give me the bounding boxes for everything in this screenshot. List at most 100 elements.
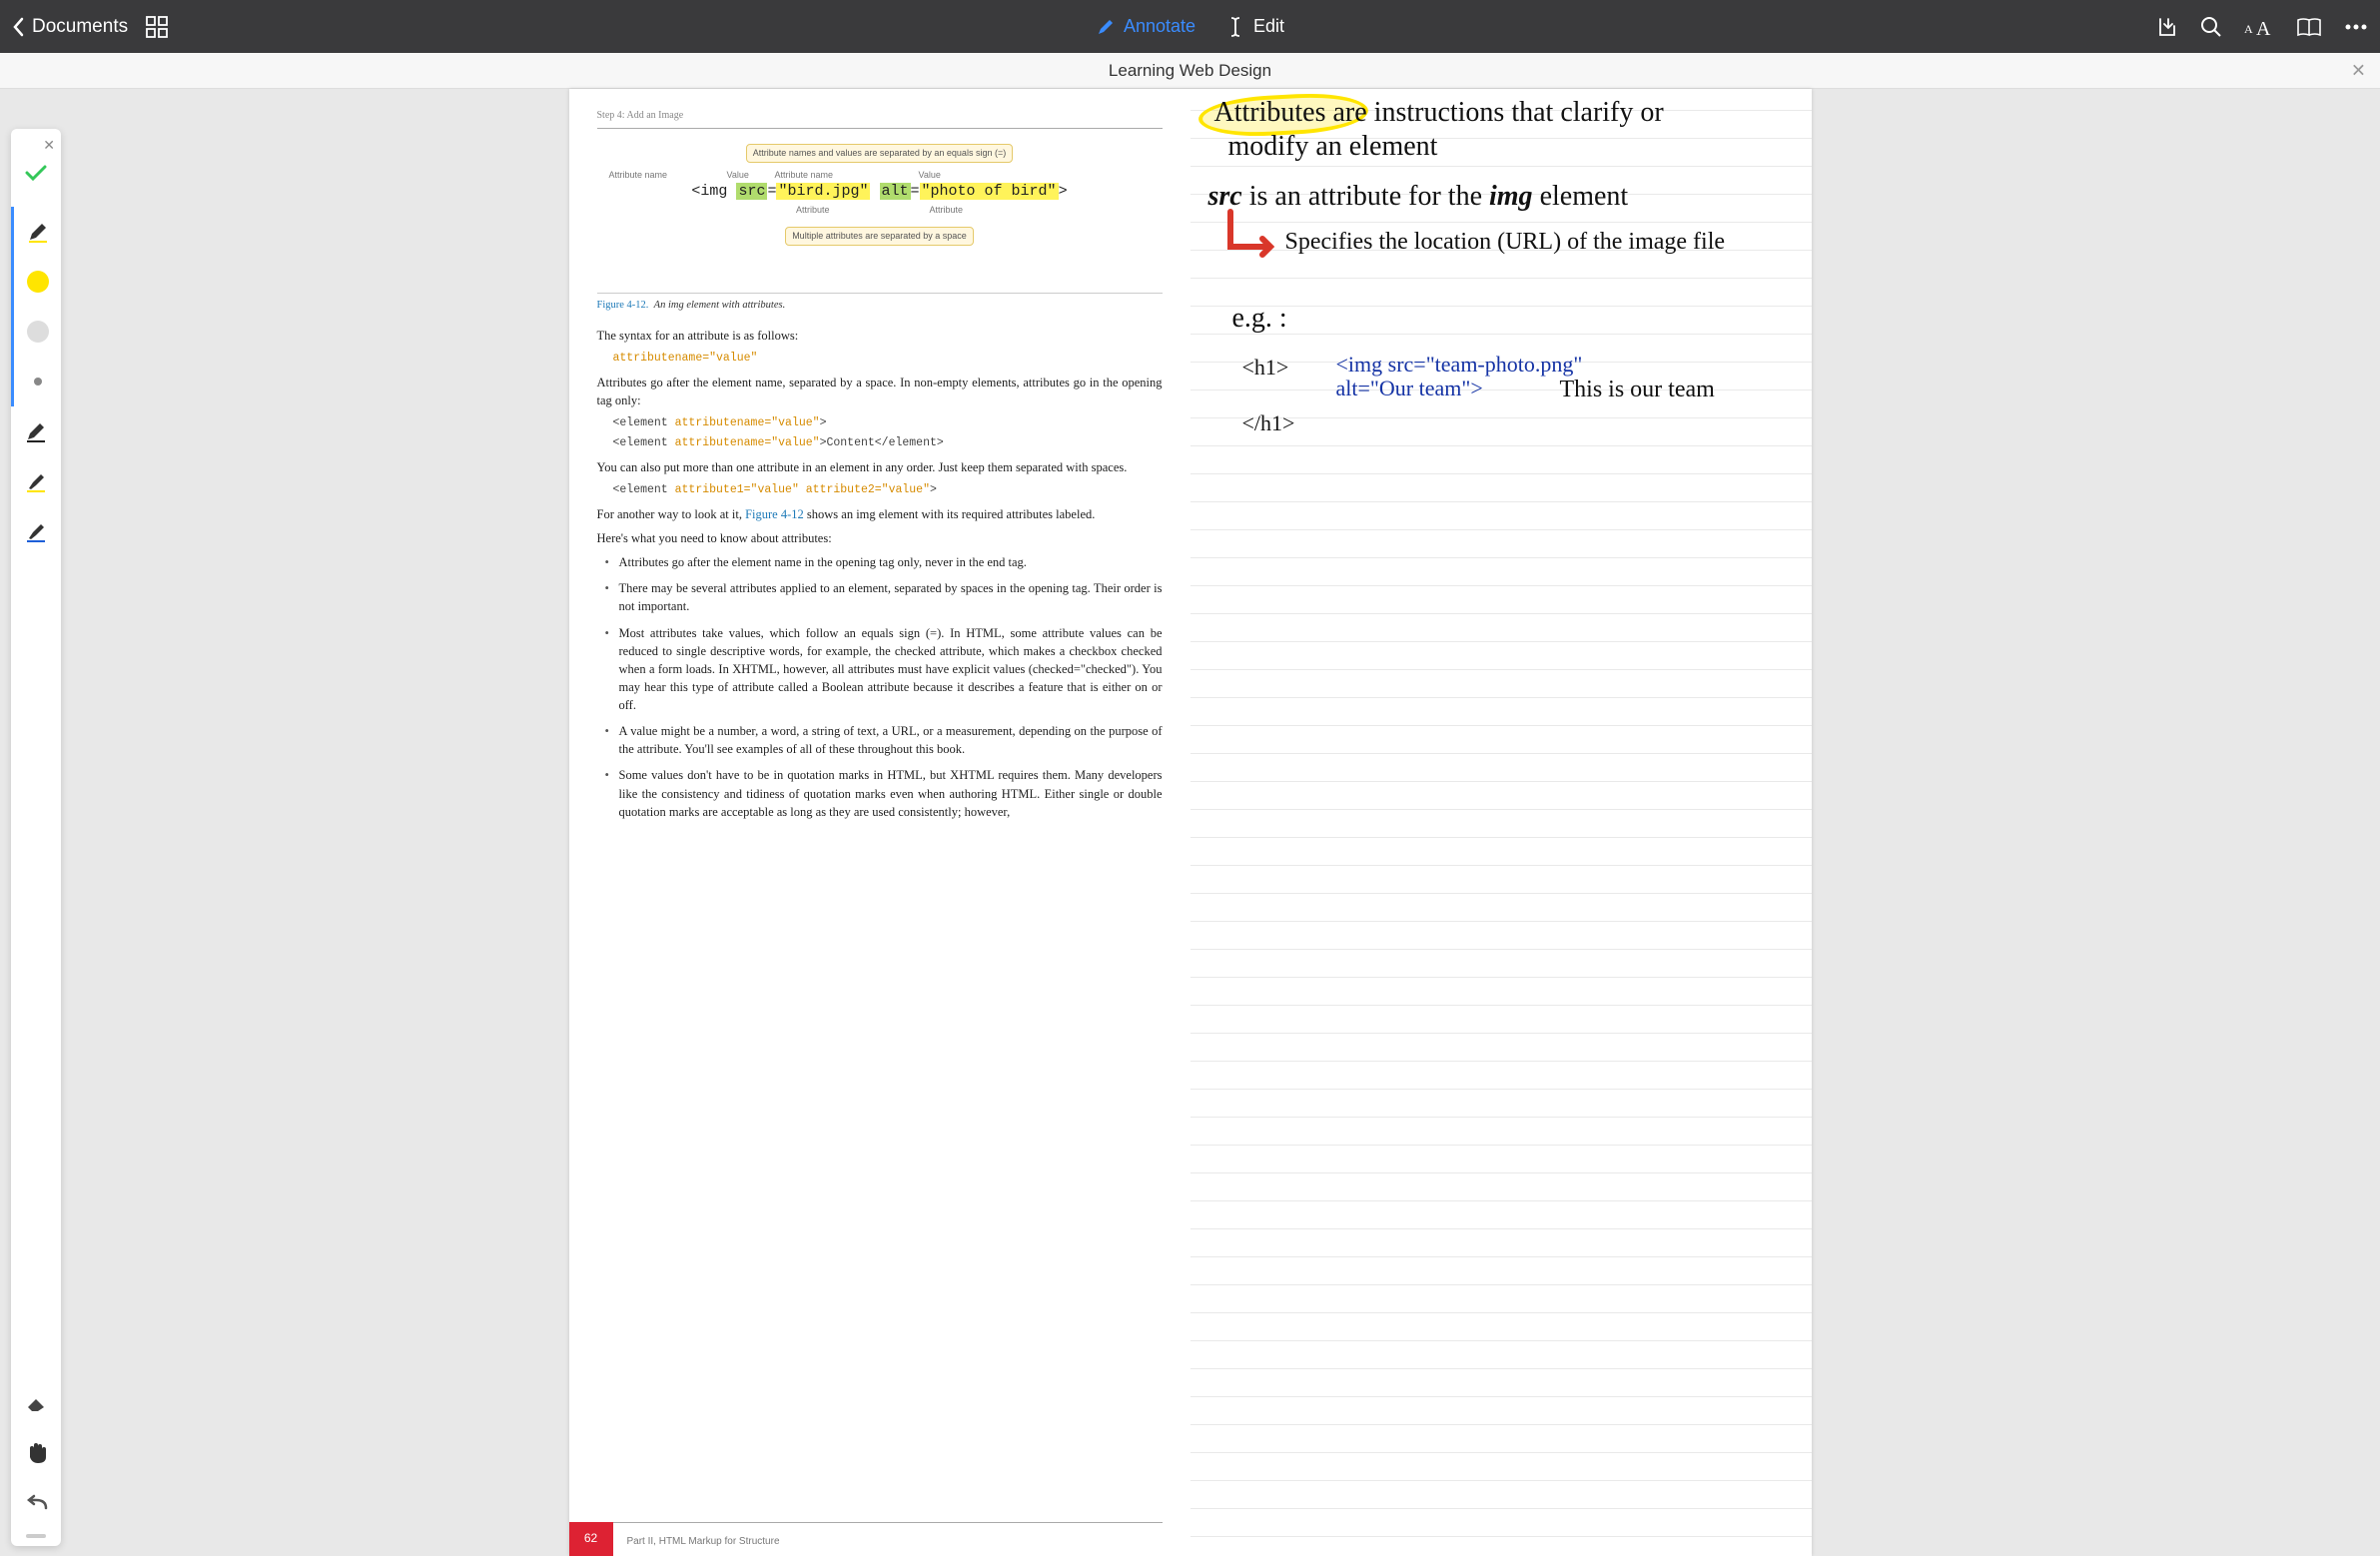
eraser-icon [24, 1393, 48, 1413]
document-spread[interactable]: Step 4: Add an Image Attribute names and… [569, 89, 1812, 1556]
label-attribute-1: Attribute [796, 204, 830, 217]
edit-mode-button[interactable]: Edit [1225, 16, 1284, 38]
search-button[interactable] [2200, 16, 2222, 38]
svg-text:A: A [2244, 22, 2253, 36]
fig-callout-bottom: Multiple attributes are separated by a s… [785, 227, 974, 246]
color-yellow-swatch[interactable] [14, 257, 61, 307]
code-src-val: "bird.jpg" [776, 183, 870, 200]
hand-icon [25, 1441, 47, 1465]
chevron-left-icon [12, 17, 24, 37]
svg-text:A: A [2256, 18, 2271, 37]
code-suffix: > [1059, 183, 1068, 200]
fig-callout-top: Attribute names and values are separated… [746, 144, 1013, 163]
import-button[interactable] [2156, 16, 2178, 38]
fig-code: <img src="bird.jpg" alt="photo of bird"> [691, 183, 1067, 200]
code-alt-name: alt [880, 183, 911, 200]
top-toolbar: Documents Annotate Edit AA [0, 0, 2380, 53]
document-title-bar: Learning Web Design ✕ [0, 53, 2380, 89]
handwriting-line: modify an element [1228, 131, 1438, 163]
undo-button[interactable] [11, 1478, 61, 1528]
document-title: Learning Web Design [1109, 61, 1271, 81]
handwriting-line: e.g. : [1232, 303, 1287, 335]
highlighter-tool-yellow[interactable] [11, 456, 61, 506]
text-size-icon: AA [2244, 17, 2274, 37]
back-label: Documents [32, 16, 128, 38]
palette-drag-handle[interactable] [26, 1534, 46, 1538]
page-footer: 62 Part II, HTML Markup for Structure [597, 1522, 1163, 1556]
bullet-item: A value might be a number, a word, a str… [605, 722, 1163, 758]
book-page: Step 4: Add an Image Attribute names and… [569, 89, 1190, 1556]
highlighter-tool-blue[interactable] [11, 506, 61, 556]
tiny-dot-icon [34, 378, 42, 386]
pen-icon [24, 419, 48, 443]
para-after1: Attributes go after the element name, se… [597, 374, 1163, 409]
handwriting-line: Specifies the location (URL) of the imag… [1285, 229, 1795, 256]
handwriting-line: Attributes are instructions that clarify… [1214, 97, 1664, 129]
pencil-icon [1096, 17, 1116, 37]
annotate-label: Annotate [1124, 16, 1195, 37]
color-grey-swatch[interactable] [14, 307, 61, 357]
page-step-header: Step 4: Add an Image [597, 109, 1163, 129]
back-button[interactable]: Documents [12, 16, 128, 38]
para-syntax: The syntax for an attribute is as follow… [597, 327, 1163, 345]
code-block-1: <element attributename="value"> [613, 415, 1163, 432]
close-document-button[interactable]: ✕ [2351, 60, 2366, 81]
figure-diagram: Attribute names and values are separated… [597, 143, 1163, 283]
para-after2: You can also put more than one attribute… [597, 458, 1163, 476]
bullet-item: There may be several attributes applied … [605, 579, 1163, 615]
pen-tool-black[interactable] [11, 406, 61, 456]
grey-dot-icon [27, 321, 49, 343]
tool-palette: ✕ [11, 129, 61, 1546]
stroke-thin[interactable] [14, 357, 61, 406]
figure-number: Figure 4-12. [597, 300, 649, 311]
code-alt-val: "photo of bird" [920, 183, 1059, 200]
figure-caption: Figure 4-12. An img element with attribu… [597, 293, 1163, 313]
highlighter-icon [24, 519, 48, 543]
text-size-button[interactable]: AA [2244, 17, 2274, 37]
code-block-2: <element attributename="value">Content</… [613, 435, 1163, 452]
book-icon [2296, 17, 2322, 37]
edit-label: Edit [1253, 16, 1284, 37]
search-icon [2200, 16, 2222, 38]
bullet-item: Attributes go after the element name in … [605, 553, 1163, 571]
annotate-mode-button[interactable]: Annotate [1096, 16, 1195, 37]
grid-view-button[interactable] [146, 16, 168, 38]
grid-icon [146, 16, 168, 38]
check-icon [25, 164, 47, 182]
import-icon [2156, 16, 2178, 38]
arrow-icon [1220, 207, 1280, 267]
label-attribute-2: Attribute [930, 204, 964, 217]
hand-tool[interactable] [11, 1428, 61, 1478]
reading-view-button[interactable] [2296, 17, 2322, 37]
figure-link[interactable]: Figure 4-12 [745, 507, 804, 521]
close-palette-button[interactable]: ✕ [43, 137, 55, 154]
pen-tool-yellow[interactable] [14, 207, 61, 257]
handwriting-code: </h1> [1242, 410, 1295, 436]
bullet-item: Most attributes take values, which follo… [605, 624, 1163, 715]
page-body: The syntax for an attribute is as follow… [597, 327, 1163, 821]
figure-caption-text: An img element with attributes. [654, 300, 786, 311]
confirm-button[interactable] [25, 164, 47, 187]
code-prefix: <img [691, 183, 736, 200]
handwriting-code: <h1> [1242, 355, 1289, 381]
more-icon [2344, 23, 2368, 31]
eraser-tool[interactable] [11, 1378, 61, 1428]
text-cursor-icon [1225, 16, 1245, 38]
attribute-bullets: Attributes go after the element name in … [605, 553, 1163, 821]
yellow-dot-icon [27, 271, 49, 293]
label-attrname-1: Attribute name [609, 169, 668, 182]
page-number: 62 [569, 1522, 613, 1556]
undo-icon [24, 1494, 48, 1512]
part-label: Part II, HTML Markup for Structure [627, 1535, 780, 1550]
code-syntax: attributename="value" [613, 352, 758, 365]
label-attrname-2: Attribute name [775, 169, 834, 182]
more-button[interactable] [2344, 23, 2368, 31]
label-value-1: Value [727, 169, 749, 182]
highlighter-icon [24, 469, 48, 493]
workspace: ✕ [0, 89, 2380, 1556]
label-value-2: Value [919, 169, 941, 182]
handwriting-line: This is our team [1560, 377, 1715, 403]
para-figref: For another way to look at it, Figure 4-… [597, 505, 1163, 523]
handwritten-notes-page[interactable]: Attributes are instructions that clarify… [1190, 89, 1812, 1556]
code-src-name: src [736, 183, 767, 200]
